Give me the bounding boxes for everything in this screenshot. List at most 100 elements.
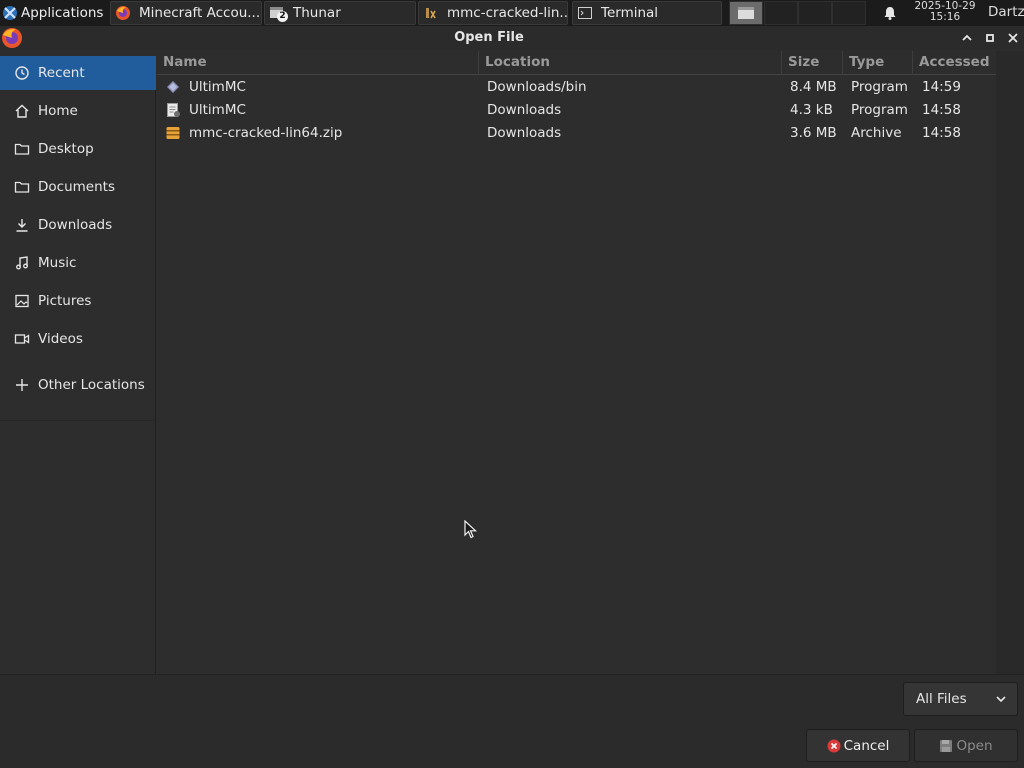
places-sidebar: Recent Home Desktop Documents Downloads … bbox=[0, 56, 156, 674]
clock-time: 15:16 bbox=[929, 11, 961, 23]
open-icon bbox=[940, 739, 953, 752]
file-location: Downloads/bin bbox=[487, 79, 587, 95]
sidebar-item-label: Music bbox=[38, 255, 77, 271]
script-icon bbox=[167, 103, 180, 117]
xfce-logo-icon bbox=[3, 6, 17, 20]
clock-icon bbox=[15, 66, 29, 80]
sidebar-item-label: Pictures bbox=[38, 293, 92, 309]
file-filter-label: All Files bbox=[916, 691, 967, 707]
taskbar: Applications Minecraft Accou... 2 Thunar… bbox=[0, 0, 1024, 26]
minimize-icon[interactable] bbox=[959, 30, 975, 46]
task-thunar[interactable]: 2 Thunar bbox=[264, 1, 416, 25]
file-size: 3.6 MB bbox=[790, 125, 837, 141]
column-divider[interactable] bbox=[842, 51, 843, 75]
task-label: Thunar bbox=[293, 5, 341, 21]
mouse-cursor-icon bbox=[464, 520, 478, 539]
folder-icon bbox=[14, 181, 30, 193]
task-label: mmc-cracked-lin... bbox=[447, 5, 568, 21]
cancel-icon bbox=[827, 739, 841, 752]
file-name: UltimMC bbox=[189, 79, 246, 95]
home-icon bbox=[15, 104, 29, 118]
file-manager-icon: 2 bbox=[269, 5, 288, 22]
file-list-header: Name Location Size Type Accessed bbox=[157, 51, 996, 75]
window-thumbnail-icon bbox=[738, 7, 754, 19]
sidebar-item-music[interactable]: Music bbox=[0, 246, 156, 280]
file-accessed: 14:59 bbox=[922, 79, 961, 95]
column-divider[interactable] bbox=[781, 51, 782, 75]
open-label: Open bbox=[956, 737, 993, 754]
clock[interactable]: 2025-10-29 15:16 bbox=[906, 1, 984, 23]
sidebar-item-label: Documents bbox=[38, 179, 115, 195]
sidebar-item-label: Videos bbox=[38, 331, 83, 347]
file-type: Archive bbox=[851, 125, 902, 141]
task-count-badge: 2 bbox=[277, 11, 288, 22]
dialog-titlebar: Open File bbox=[0, 26, 1024, 50]
music-icon bbox=[16, 256, 28, 270]
sidebar-item-downloads[interactable]: Downloads bbox=[0, 208, 156, 242]
column-header-location[interactable]: Location bbox=[485, 54, 550, 70]
column-header-name[interactable]: Name bbox=[163, 54, 207, 70]
column-header-size[interactable]: Size bbox=[788, 54, 819, 70]
sidebar-item-label: Home bbox=[38, 103, 78, 119]
sidebar-item-label: Downloads bbox=[38, 217, 113, 233]
sidebar-item-label: Recent bbox=[38, 65, 85, 81]
task-terminal[interactable]: Terminal bbox=[572, 1, 722, 25]
workspace-4[interactable] bbox=[832, 1, 866, 25]
open-button[interactable]: Open bbox=[914, 729, 1018, 762]
user-menu[interactable]: Dartz bbox=[988, 4, 1024, 20]
sidebar-item-other-locations[interactable]: Other Locations bbox=[0, 368, 156, 402]
task-label: Minecraft Accou... bbox=[139, 5, 261, 21]
file-type: Program bbox=[851, 79, 908, 95]
sidebar-item-home[interactable]: Home bbox=[0, 94, 156, 128]
firefox-icon bbox=[116, 6, 130, 20]
column-divider[interactable] bbox=[912, 51, 913, 75]
file-row[interactable]: UltimMC Downloads 4.3 kB Program 14:58 bbox=[157, 99, 996, 122]
maximize-icon[interactable] bbox=[982, 30, 998, 46]
file-name: mmc-cracked-lin64.zip bbox=[189, 125, 343, 141]
sidebar-divider bbox=[0, 420, 156, 421]
video-icon bbox=[14, 334, 30, 344]
archive-icon bbox=[166, 127, 180, 139]
sidebar-item-documents[interactable]: Documents bbox=[0, 170, 156, 204]
sidebar-item-recent[interactable]: Recent bbox=[0, 56, 156, 90]
column-header-accessed[interactable]: Accessed bbox=[919, 54, 990, 70]
workspace-2[interactable] bbox=[764, 1, 798, 25]
sidebar-item-desktop[interactable]: Desktop bbox=[0, 132, 156, 166]
file-type: Program bbox=[851, 102, 908, 118]
picture-icon bbox=[15, 294, 29, 308]
column-header-type[interactable]: Type bbox=[849, 54, 884, 70]
executable-icon bbox=[167, 81, 179, 93]
download-icon bbox=[16, 219, 28, 232]
file-accessed: 14:58 bbox=[922, 102, 961, 118]
file-filter-dropdown[interactable]: All Files bbox=[903, 682, 1018, 716]
terminal-icon bbox=[578, 7, 592, 19]
task-firefox[interactable]: Minecraft Accou... bbox=[110, 1, 262, 25]
file-row[interactable]: UltimMC Downloads/bin 8.4 MB Program 14:… bbox=[157, 76, 996, 99]
file-name: UltimMC bbox=[189, 102, 246, 118]
cancel-label: Cancel bbox=[843, 737, 890, 754]
file-size: 8.4 MB bbox=[790, 79, 837, 95]
task-label: Terminal bbox=[601, 5, 659, 21]
sidebar-item-videos[interactable]: Videos bbox=[0, 322, 156, 356]
file-list[interactable]: Name Location Size Type Accessed UltimMC… bbox=[157, 51, 996, 674]
file-location: Downloads bbox=[487, 125, 562, 141]
sidebar-item-label: Other Locations bbox=[38, 377, 145, 393]
folder-icon bbox=[14, 143, 30, 155]
sidebar-item-pictures[interactable]: Pictures bbox=[0, 284, 156, 318]
close-icon[interactable] bbox=[1005, 30, 1021, 46]
cancel-button[interactable]: Cancel bbox=[806, 729, 910, 762]
file-accessed: 14:58 bbox=[922, 125, 961, 141]
task-launcher[interactable]: mmc-cracked-lin... bbox=[418, 1, 568, 25]
column-divider[interactable] bbox=[478, 51, 479, 75]
plus-icon bbox=[16, 379, 28, 391]
launcher-icon bbox=[426, 8, 436, 19]
scrollbar-track[interactable] bbox=[996, 51, 1024, 674]
notification-bell-icon[interactable] bbox=[882, 5, 898, 21]
sidebar-item-label: Desktop bbox=[38, 141, 94, 157]
file-row[interactable]: mmc-cracked-lin64.zip Downloads 3.6 MB A… bbox=[157, 122, 996, 145]
workspace-3[interactable] bbox=[798, 1, 832, 25]
workspace-1[interactable] bbox=[729, 1, 763, 25]
chevron-down-icon bbox=[996, 696, 1006, 703]
dialog-title: Open File bbox=[454, 30, 524, 45]
applications-menu[interactable]: Applications bbox=[0, 0, 108, 26]
